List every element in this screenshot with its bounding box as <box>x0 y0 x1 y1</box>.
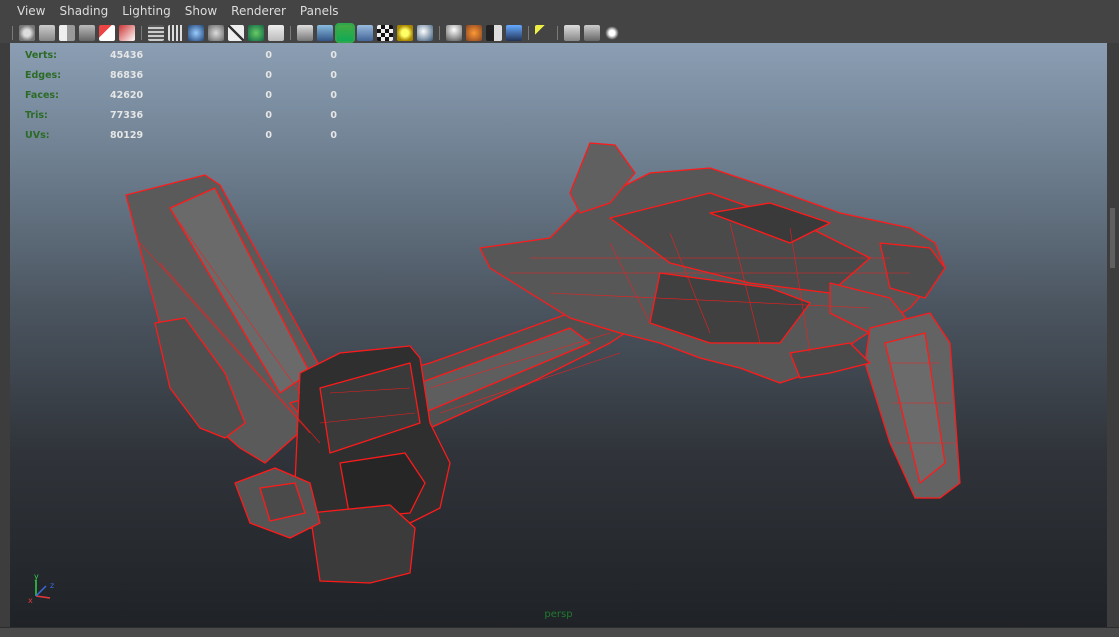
xray-joints-icon[interactable] <box>357 24 373 41</box>
anti-alias-icon[interactable] <box>486 24 502 41</box>
depth-of-field-icon[interactable] <box>506 24 522 41</box>
right-scrollbar[interactable] <box>1107 43 1119 628</box>
toolbar-separator <box>12 25 13 40</box>
flat-shade-icon[interactable] <box>208 24 224 41</box>
menu-panels[interactable]: Panels <box>293 0 346 22</box>
toolbar-separator <box>141 25 142 40</box>
menu-lighting[interactable]: Lighting <box>115 0 178 22</box>
wireframe-icon[interactable] <box>148 24 164 41</box>
frame-all-icon[interactable] <box>584 24 600 41</box>
lights-icon[interactable] <box>397 24 413 41</box>
time-slider-strip[interactable] <box>0 627 1119 637</box>
axis-y-label: y <box>34 572 39 581</box>
spaceship-mesh[interactable] <box>10 43 1107 628</box>
panel-toolbar <box>0 22 1119 44</box>
grease-pencil-icon[interactable] <box>99 24 115 41</box>
menu-view[interactable]: View <box>10 0 52 22</box>
text-icon[interactable] <box>268 24 284 41</box>
2d-pan-zoom-icon[interactable] <box>79 24 95 41</box>
motion-blur-icon[interactable] <box>466 24 482 41</box>
camera-attributes-icon[interactable] <box>19 24 35 41</box>
xray-active-icon[interactable] <box>335 22 355 43</box>
axis-x-label: x <box>28 596 33 605</box>
select-camera-icon[interactable] <box>535 24 551 41</box>
camera-name-label: persp <box>544 609 573 620</box>
toolbar-separator <box>439 25 440 40</box>
menu-shading[interactable]: Shading <box>52 0 115 22</box>
texture-icon[interactable] <box>248 24 264 41</box>
axis-gizmo: y x z <box>28 572 54 605</box>
wireframe-on-shaded-icon[interactable] <box>297 24 313 41</box>
menu-renderer[interactable]: Renderer <box>224 0 293 22</box>
image-plane-icon[interactable] <box>59 24 75 41</box>
axis-z-label: z <box>50 581 54 590</box>
node-editor-icon[interactable] <box>604 24 620 41</box>
shadows-icon[interactable] <box>446 24 462 41</box>
isolate-select-icon[interactable] <box>564 24 580 41</box>
scrollbar-thumb[interactable] <box>1110 208 1115 268</box>
3d-viewport[interactable]: Verts: 45436 0 0 Edges: 86836 0 0 Faces: 42620 0 0 T… <box>10 43 1107 628</box>
smooth-shade-icon[interactable] <box>188 24 204 41</box>
render-icon[interactable] <box>119 24 135 41</box>
bookmark-icon[interactable] <box>39 24 55 41</box>
bounding-box-icon[interactable] <box>228 24 244 41</box>
menu-show[interactable]: Show <box>178 0 224 22</box>
checker-icon[interactable] <box>377 24 393 41</box>
grid-icon[interactable] <box>168 24 184 41</box>
left-panel-edge <box>0 43 10 628</box>
toolbar-separator <box>557 25 558 40</box>
default-material-icon[interactable] <box>317 24 333 41</box>
toolbar-separator <box>528 25 529 40</box>
ambient-occlusion-icon[interactable] <box>417 24 433 41</box>
toolbar-separator <box>290 25 291 40</box>
viewport-menubar: View Shading Lighting Show Renderer Pane… <box>0 0 1119 22</box>
